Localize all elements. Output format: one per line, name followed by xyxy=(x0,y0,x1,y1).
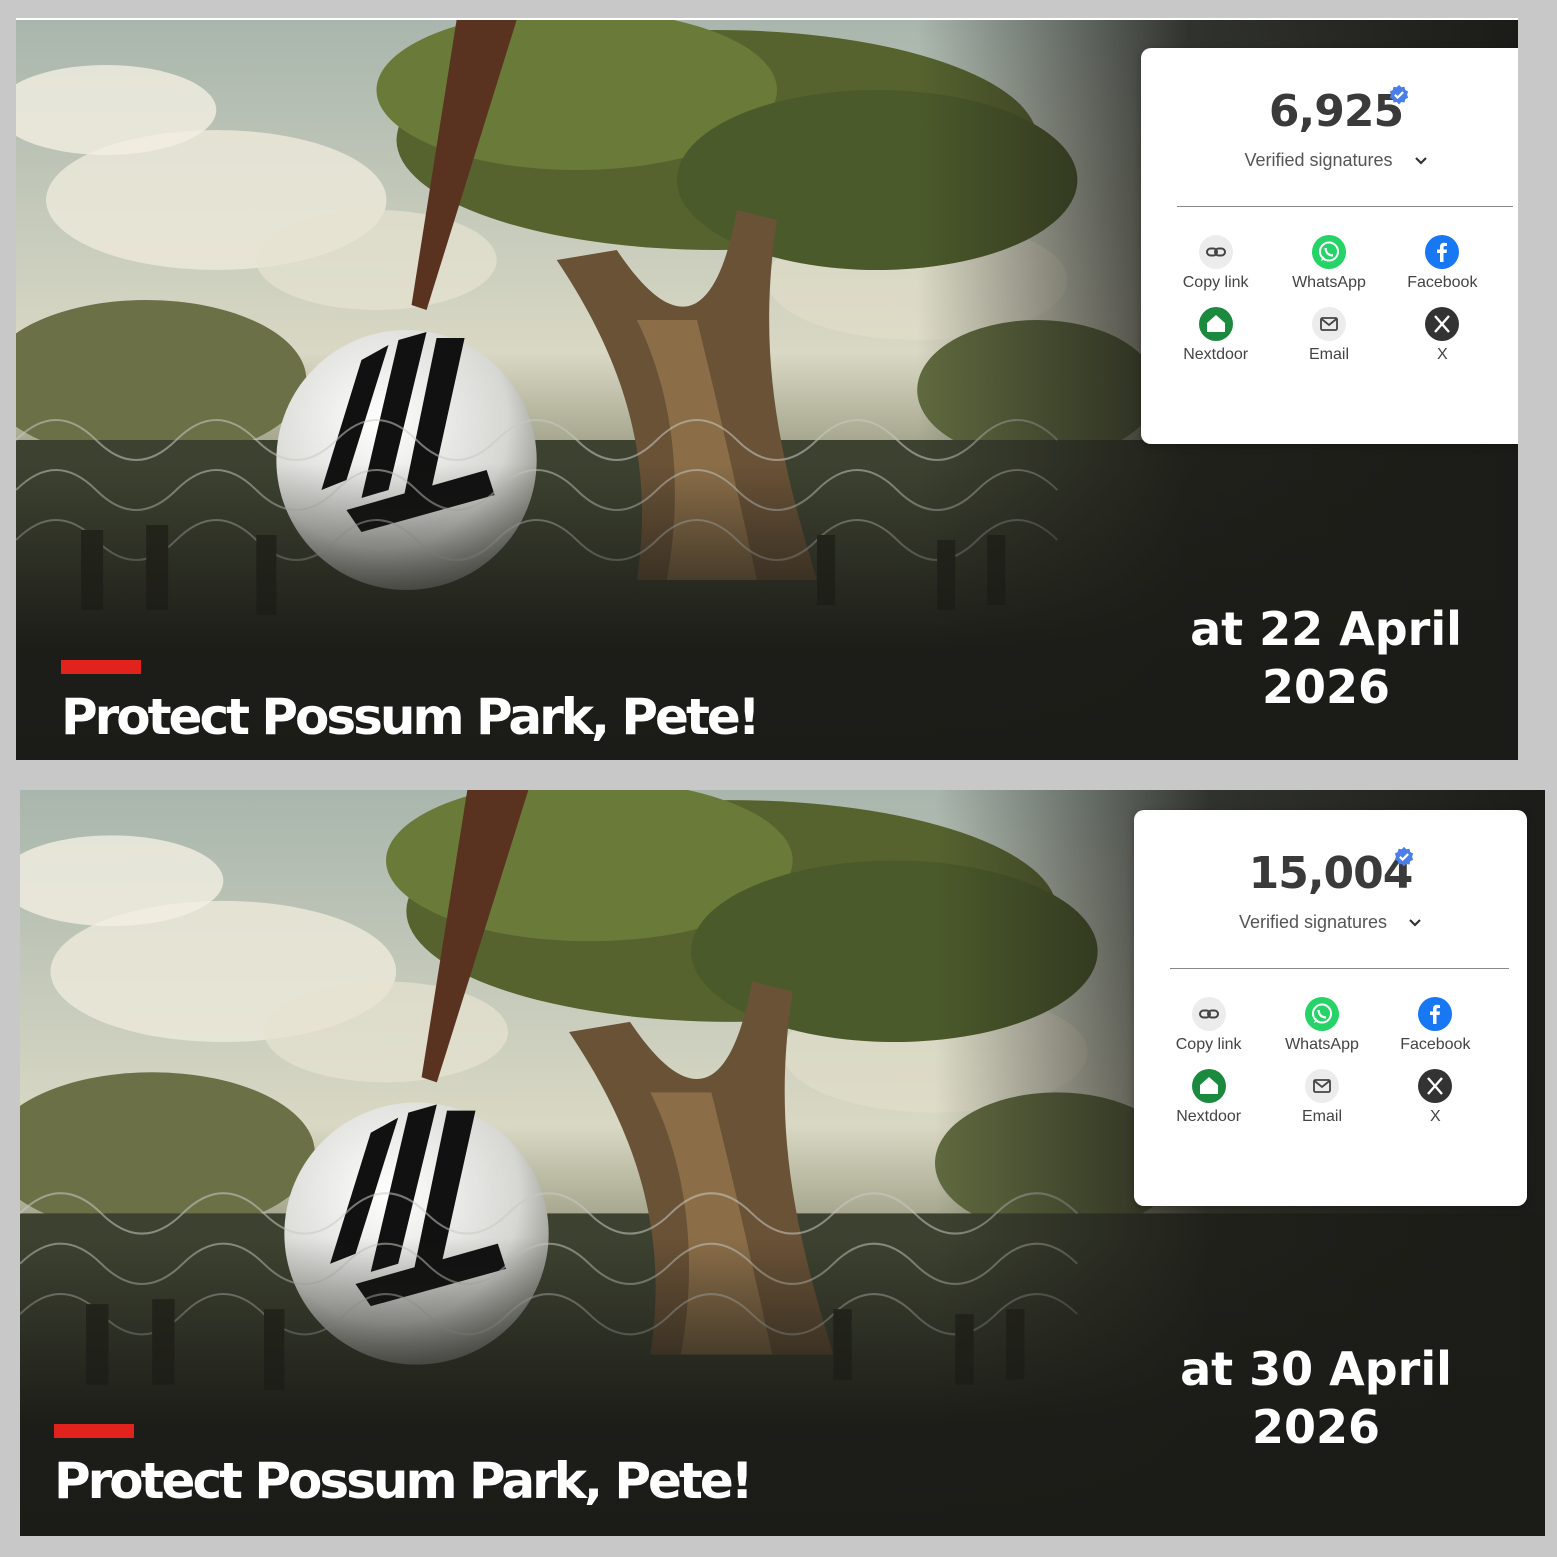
petition-title: Protect Possum Park, Pete! xyxy=(54,1452,754,1510)
share-whatsapp[interactable]: WhatsApp xyxy=(1265,996,1378,1054)
petition-title: Protect Possum Park, Pete! xyxy=(61,688,761,746)
divider xyxy=(1177,206,1513,207)
link-icon xyxy=(1191,997,1226,1031)
signatures-dropdown[interactable]: Verified signatures xyxy=(1134,912,1527,933)
signatures-label: Verified signatures xyxy=(1238,912,1388,932)
share-facebook[interactable]: Facebook xyxy=(1379,996,1492,1054)
facebook-icon xyxy=(1418,997,1453,1031)
signatures-label: Verified signatures xyxy=(1244,150,1393,170)
share-email[interactable]: Email xyxy=(1272,306,1385,364)
share-email[interactable]: Email xyxy=(1265,1068,1378,1126)
chevron-down-icon xyxy=(1414,157,1427,165)
share-facebook[interactable]: Facebook xyxy=(1386,234,1499,292)
date-line-1: at 22 April xyxy=(1190,602,1462,656)
share-x[interactable]: X xyxy=(1379,1068,1492,1126)
nextdoor-icon xyxy=(1191,1069,1226,1103)
signature-count: 15,004 xyxy=(1248,848,1414,899)
nextdoor-icon xyxy=(1198,307,1233,341)
divider xyxy=(1170,968,1509,969)
accent-bar xyxy=(54,1424,134,1438)
share-nextdoor[interactable]: Nextdoor xyxy=(1159,306,1272,364)
accent-bar xyxy=(61,660,141,674)
whatsapp-icon xyxy=(1304,997,1339,1031)
x-icon xyxy=(1425,307,1460,341)
whatsapp-icon xyxy=(1311,235,1346,269)
date-caption: at 22 April 2026 xyxy=(1146,600,1506,716)
email-icon xyxy=(1311,307,1346,341)
chevron-down-icon xyxy=(1409,919,1421,927)
signatures-dropdown[interactable]: Verified signatures xyxy=(1141,150,1518,171)
signature-card: 15,004 Verified signatures Copy link Wha… xyxy=(1134,810,1527,1206)
verified-badge-icon xyxy=(1389,84,1409,105)
date-line-1: at 30 April xyxy=(1180,1342,1452,1396)
share-options: Copy link WhatsApp Facebook Nextdoor Ema… xyxy=(1159,234,1499,364)
verified-badge-icon xyxy=(1394,846,1414,867)
link-icon xyxy=(1198,235,1233,269)
facebook-icon xyxy=(1425,235,1460,269)
share-copy-link[interactable]: Copy link xyxy=(1159,234,1272,292)
date-line-2: 2026 xyxy=(1251,1400,1381,1454)
share-whatsapp[interactable]: WhatsApp xyxy=(1272,234,1385,292)
date-caption: at 30 April 2026 xyxy=(1136,1340,1496,1456)
petition-screenshot-1: 6,925 Verified signatures Copy link What… xyxy=(16,18,1518,760)
share-options: Copy link WhatsApp Facebook Nextdoor Ema… xyxy=(1152,996,1492,1126)
date-line-2: 2026 xyxy=(1261,660,1391,714)
share-copy-link[interactable]: Copy link xyxy=(1152,996,1265,1054)
signature-card: 6,925 Verified signatures Copy link What… xyxy=(1141,48,1518,444)
email-icon xyxy=(1304,1069,1339,1103)
signature-count: 6,925 xyxy=(1268,86,1404,137)
x-icon xyxy=(1418,1069,1453,1103)
share-x[interactable]: X xyxy=(1386,306,1499,364)
petition-screenshot-2: 15,004 Verified signatures Copy link Wha… xyxy=(20,790,1545,1536)
share-nextdoor[interactable]: Nextdoor xyxy=(1152,1068,1265,1126)
